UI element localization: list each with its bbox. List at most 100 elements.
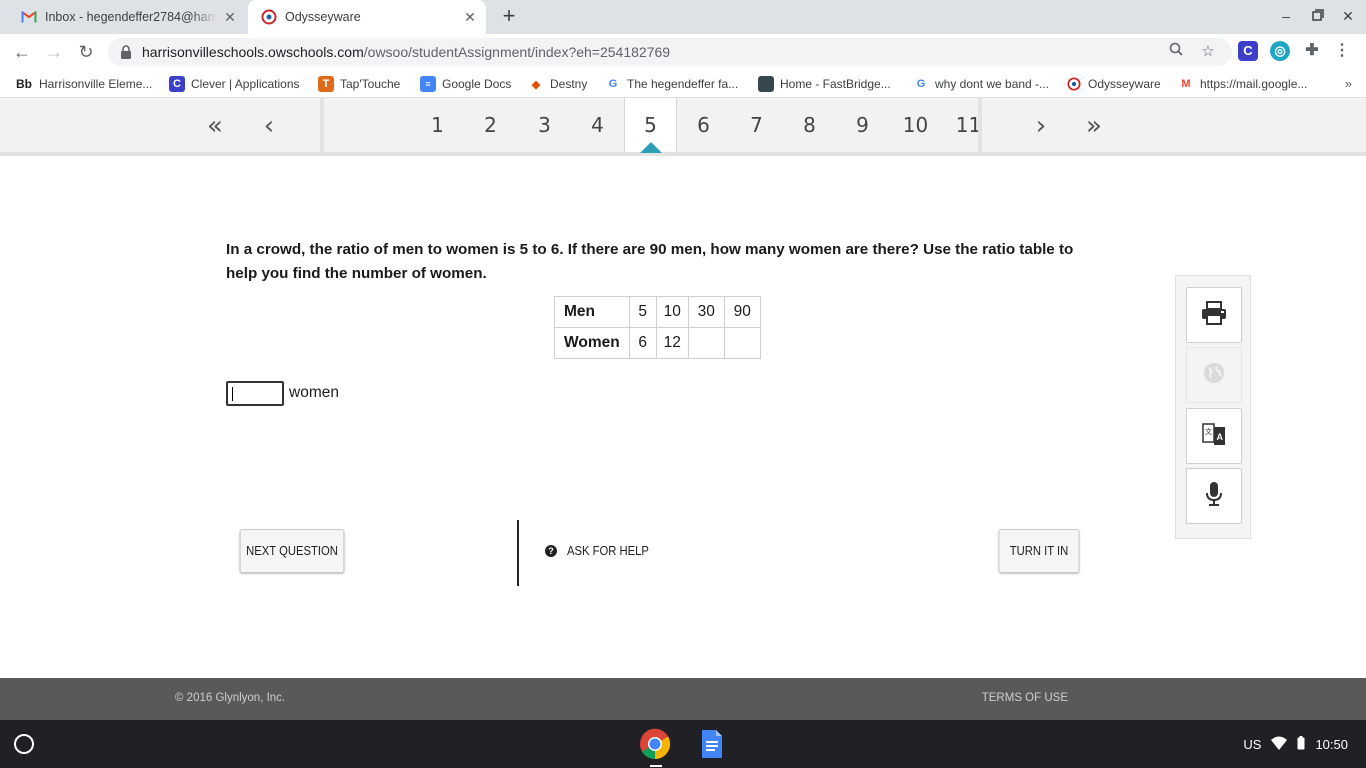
printer-icon: [1201, 300, 1227, 330]
globe-button[interactable]: [1186, 347, 1242, 403]
print-button[interactable]: [1186, 287, 1242, 343]
bookmark-item[interactable]: Gwhy dont we band -...: [913, 75, 1049, 93]
odysseyware-icon: [1066, 76, 1082, 92]
bookmarks-bar: Bb Harrisonville Eleme... C Clever | Appli…: [0, 70, 1366, 98]
question-number[interactable]: 9: [836, 98, 889, 152]
bookmark-item[interactable]: Mhttps://mail.google...: [1178, 75, 1307, 93]
running-indicator: [650, 765, 662, 767]
reload-icon[interactable]: ↻: [74, 40, 98, 64]
bookmark-label: Harrisonville Eleme...: [39, 77, 153, 91]
battery-icon: [1297, 735, 1305, 753]
blackboard-icon: Bb: [16, 77, 32, 91]
help-label: ASK FOR HELP: [567, 544, 649, 558]
bookmark-item[interactable]: ◆ Destny: [528, 75, 588, 93]
svg-text:A: A: [1217, 432, 1224, 442]
clever-icon: C: [169, 76, 185, 92]
next-question-button[interactable]: NEXT QUESTION: [239, 529, 345, 573]
table-cell: [687, 327, 725, 359]
bookmark-item[interactable]: Odysseyware: [1066, 75, 1161, 93]
google-docs-app-icon[interactable]: [696, 728, 728, 760]
translate-icon: 文A: [1202, 422, 1226, 451]
ratio-table: Men 5 10 30 90 Women 6 12: [554, 296, 761, 359]
menu-icon[interactable]: ⋮: [1332, 41, 1352, 61]
table-row: Men 5 10 30 90: [554, 296, 761, 328]
bookmark-item[interactable]: Bb Harrisonville Eleme...: [15, 75, 152, 93]
bookmark-label: Google Docs: [442, 77, 512, 91]
table-cell: 10: [655, 296, 689, 328]
tools-panel: 文A: [1175, 275, 1251, 539]
svg-text:文: 文: [1205, 427, 1212, 436]
clever-extension-icon[interactable]: C: [1238, 41, 1258, 61]
browser-toolbar: ← → ↻ harrisonvilleschools.owschools.com…: [0, 34, 1366, 70]
zoom-icon[interactable]: [1166, 42, 1186, 62]
clock: 10:50: [1315, 736, 1348, 752]
close-tab-icon[interactable]: ✕: [222, 9, 238, 25]
puzzle-icon[interactable]: ✚: [1302, 41, 1322, 61]
fastbridge-icon: [758, 76, 774, 92]
question-number[interactable]: 10: [889, 98, 942, 152]
more-bookmarks-icon[interactable]: »: [1345, 76, 1352, 91]
tab-odysseyware[interactable]: Odysseyware ✕: [248, 0, 486, 34]
bookmark-item[interactable]: G The hegendeffer fa...: [605, 75, 738, 93]
keyboard-locale: US: [1243, 736, 1262, 752]
close-tab-icon[interactable]: ✕: [462, 9, 478, 25]
forward-icon[interactable]: →: [42, 40, 66, 64]
last-question-button[interactable]: »: [1074, 108, 1114, 144]
back-icon[interactable]: ←: [10, 40, 34, 64]
question-number[interactable]: 1: [411, 98, 464, 152]
active-number-label: 5: [644, 113, 657, 137]
text-cursor: [232, 387, 233, 401]
microphone-icon: [1205, 481, 1223, 512]
question-number[interactable]: 8: [783, 98, 836, 152]
question-number[interactable]: 6: [677, 98, 730, 152]
extension-icon[interactable]: ◎: [1270, 41, 1290, 61]
question-number[interactable]: 4: [571, 98, 624, 152]
bookmark-item[interactable]: T Tap'Touche: [318, 75, 400, 93]
table-cell: 12: [655, 327, 689, 359]
bookmark-label: Home - FastBridge...: [780, 77, 891, 91]
close-window-icon[interactable]: ✕: [1340, 8, 1356, 24]
bookmark-item[interactable]: C Clever | Applications: [169, 75, 300, 93]
tab-strip: Inbox - hegendeffer2784@harrisonvillesch…: [0, 0, 1366, 34]
question-navigation: « ‹ 1 2 3 4 5 6 7 8 9 10 11 › »: [0, 98, 1366, 156]
new-tab-button[interactable]: +: [498, 5, 520, 28]
tab-inbox[interactable]: Inbox - hegendeffer2784@harrisonvillesch…: [8, 0, 246, 34]
translate-button[interactable]: 文A: [1186, 408, 1242, 464]
bookmark-label: Clever | Applications: [191, 77, 300, 91]
table-cell: 5: [628, 296, 657, 328]
action-divider: [517, 520, 519, 586]
question-number[interactable]: 2: [464, 98, 517, 152]
answer-input[interactable]: [226, 381, 284, 406]
bookmark-item[interactable]: ≡ Google Docs: [420, 75, 511, 93]
google-icon: G: [916, 78, 926, 90]
microphone-button[interactable]: [1186, 468, 1242, 524]
status-tray[interactable]: US 10:50: [1233, 730, 1358, 758]
question-number[interactable]: 7: [730, 98, 783, 152]
google-icon: G: [608, 78, 618, 90]
next-question-arrow[interactable]: ›: [1021, 108, 1061, 144]
minimize-icon[interactable]: –: [1278, 8, 1294, 24]
question-number-active[interactable]: 5: [624, 98, 677, 153]
table-cell: 30: [687, 296, 725, 328]
first-question-button[interactable]: «: [195, 108, 235, 144]
bookmark-item[interactable]: Home - FastBridge...: [758, 75, 891, 93]
row-header-women: Women: [554, 327, 630, 359]
url-text: harrisonvilleschools.owschools.com/owsoo…: [142, 44, 670, 60]
destiny-icon: ◆: [531, 78, 541, 91]
row-header-men: Men: [554, 296, 630, 328]
turn-it-in-button[interactable]: TURN IT IN: [998, 529, 1080, 573]
ask-for-help-button[interactable]: ? ASK FOR HELP: [545, 544, 658, 558]
restore-icon[interactable]: [1310, 8, 1326, 24]
chrome-app-icon[interactable]: [639, 728, 671, 760]
address-bar[interactable]: harrisonvilleschools.owschools.com/owsoo…: [108, 38, 1232, 66]
question-number[interactable]: 3: [518, 98, 571, 152]
terms-of-use-link[interactable]: TERMS OF USE: [982, 692, 1068, 704]
nav-divider: [978, 98, 982, 152]
star-icon[interactable]: ☆: [1198, 42, 1218, 62]
nav-divider: [320, 98, 324, 152]
launcher-icon[interactable]: [14, 734, 34, 754]
question-number[interactable]: 11: [942, 98, 995, 152]
url-path: /owsoo/studentAssignment/index?eh=254182…: [363, 44, 671, 60]
wifi-icon: [1271, 736, 1288, 753]
previous-question-button[interactable]: ‹: [249, 108, 289, 144]
